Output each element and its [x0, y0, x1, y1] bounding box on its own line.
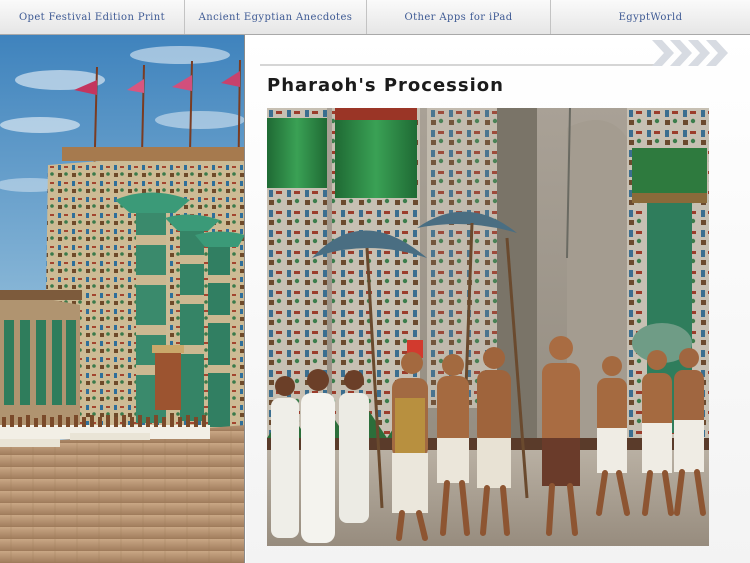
page-title: Pharaoh's Procession — [267, 75, 504, 96]
tab-other-apps-for-ipad[interactable]: Other Apps for iPad — [367, 0, 551, 34]
pharaoh-procession-image — [267, 108, 709, 546]
top-navigation: Opet Festival Edition Print Ancient Egyp… — [0, 0, 750, 35]
temple-scene — [0, 35, 244, 563]
chevron-arrows-icon[interactable] — [652, 40, 732, 66]
tab-label: Ancient Egyptian Anecdotes — [198, 11, 353, 23]
tab-opet-festival-edition-print[interactable]: Opet Festival Edition Print — [0, 0, 185, 34]
header-divider — [260, 64, 660, 66]
content-panel: Pharaoh's Procession — [246, 35, 750, 563]
tab-label: EgyptWorld — [618, 11, 683, 23]
procession-illustration — [267, 108, 709, 546]
temple-illustration — [0, 35, 245, 563]
tab-label: Opet Festival Edition Print — [18, 11, 166, 23]
tab-ancient-egyptian-anecdotes[interactable]: Ancient Egyptian Anecdotes — [185, 0, 367, 34]
tab-egyptworld[interactable]: EgyptWorld — [551, 0, 750, 34]
tab-label: Other Apps for iPad — [404, 11, 513, 23]
